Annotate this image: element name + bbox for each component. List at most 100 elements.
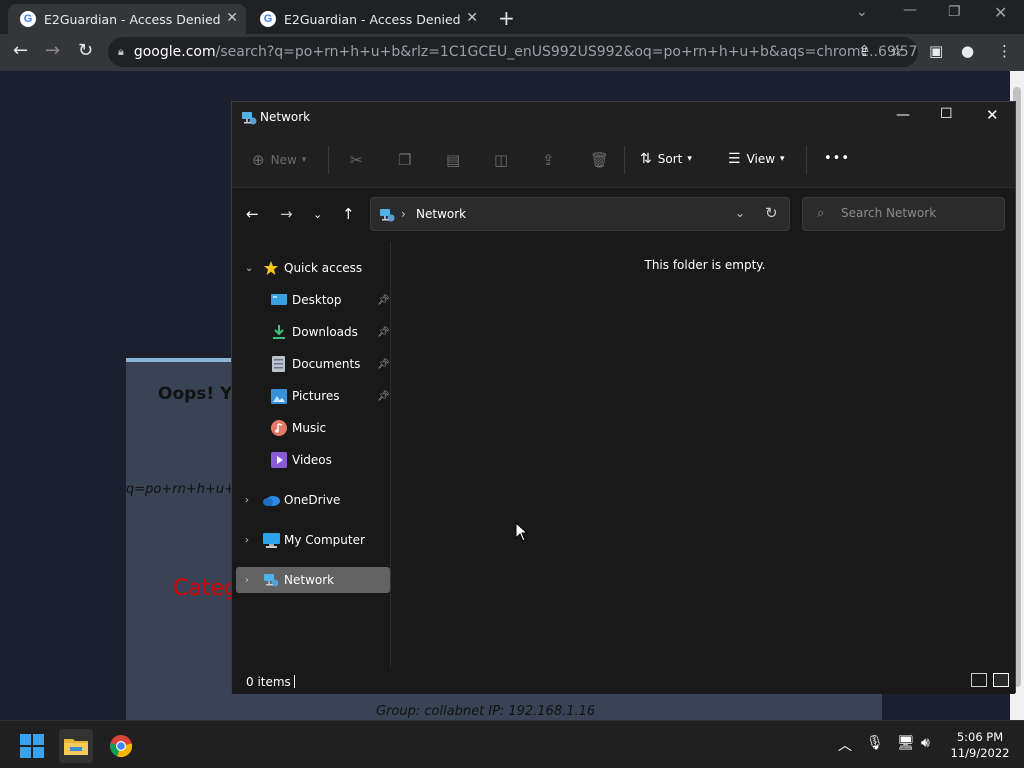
share-icon[interactable]: ⇪	[858, 42, 871, 60]
new-button[interactable]: ⊕ New ▾	[252, 151, 306, 169]
chevron-right-icon[interactable]: ›	[245, 495, 249, 506]
large-icons-view-icon[interactable]	[993, 673, 1009, 687]
nav-item-pictures[interactable]: Pictures 📌︎	[236, 383, 390, 409]
search-box[interactable]: ⌕	[802, 197, 1005, 231]
search-input[interactable]	[841, 206, 991, 220]
microphone-icon[interactable]: 🎙︎	[866, 735, 884, 751]
rename-icon[interactable]: ◫	[494, 151, 508, 169]
download-icon	[271, 324, 287, 340]
nav-label: Music	[292, 421, 327, 435]
new-tab-button[interactable]: +	[498, 6, 515, 30]
reload-icon[interactable]: ↻	[78, 40, 93, 61]
explorer-address-bar[interactable]: › Network ⌄ ↻	[370, 197, 790, 231]
browser-tab-1[interactable]: G E2Guardian - Access Denied ✕	[8, 4, 246, 34]
file-list-pane[interactable]: This folder is empty.	[392, 242, 1015, 668]
view-button[interactable]: ☰ View ▾	[728, 151, 785, 167]
chevron-down-icon[interactable]: ⌄	[735, 206, 745, 220]
minimize-button[interactable]: —	[896, 107, 910, 123]
sort-button[interactable]: ⇅ Sort ▾	[640, 151, 692, 167]
back-arrow-icon[interactable]: ←	[13, 40, 28, 61]
nav-item-videos[interactable]: Videos	[236, 447, 390, 473]
empty-folder-message: This folder is empty.	[644, 258, 766, 272]
nav-item-network[interactable]: › Network	[236, 567, 390, 593]
delete-icon[interactable]: 🗑︎	[590, 151, 609, 169]
back-arrow-icon[interactable]: ←	[246, 205, 259, 223]
tab-search-icon[interactable]: ⌄	[856, 4, 868, 20]
clock-time: 5:06 PM	[956, 730, 1004, 744]
tab-close-icon[interactable]: ✕	[466, 10, 478, 26]
nav-label: Pictures	[292, 389, 340, 403]
url-path: /search?q=po+rn+h+u+b&rlz=1C1GCEU_enUS99…	[215, 44, 918, 60]
google-favicon-icon: G	[260, 11, 276, 27]
refresh-icon[interactable]: ↻	[765, 204, 778, 222]
divider	[806, 146, 807, 174]
address-location: Network	[416, 207, 467, 221]
profile-icon[interactable]: ●	[961, 42, 974, 60]
bookmark-star-icon[interactable]: ☆	[890, 42, 903, 60]
star-icon	[263, 260, 279, 276]
browser-minimize-button[interactable]: —	[903, 2, 917, 18]
pin-icon[interactable]: 📌︎	[377, 359, 390, 370]
navigation-pane: ⌄ Quick access Desktop 📌︎ Downloads 📌︎ D	[232, 242, 390, 668]
forward-arrow-icon[interactable]: →	[45, 40, 60, 61]
side-panel-icon[interactable]: ▣	[929, 42, 943, 60]
recent-locations-chevron-icon[interactable]: ⌄	[313, 208, 322, 221]
share-icon[interactable]: ⇪	[542, 151, 555, 169]
volume-icon[interactable]: 🔊︎	[921, 735, 930, 751]
nav-item-quick-access[interactable]: ⌄ Quick access	[236, 255, 390, 281]
item-count: 0 items	[246, 675, 291, 689]
nav-label: Quick access	[284, 261, 363, 275]
tab-close-icon[interactable]: ✕	[226, 10, 238, 26]
windows-start-icon[interactable]	[15, 729, 49, 763]
nav-item-my-computer[interactable]: › My Computer	[236, 527, 390, 553]
show-hidden-icons-chevron-icon[interactable]: ︿	[838, 735, 852, 755]
browser-toolbar: ← → ↻ 🔒︎ google.com/search?q=po+rn+h+u+b…	[0, 34, 1024, 71]
nav-label: Desktop	[292, 293, 342, 307]
chrome-taskbar-icon[interactable]	[104, 729, 138, 763]
nav-item-documents[interactable]: Documents 📌︎	[236, 351, 390, 377]
see-more-icon[interactable]: •••	[824, 151, 850, 166]
pictures-icon	[271, 388, 287, 404]
status-divider	[294, 675, 295, 688]
command-bar: ⊕ New ▾ ✂ ❐ ▤ ◫ ⇪ 🗑︎ ⇅ Sort ▾ ☰ View ▾ •…	[232, 132, 1015, 188]
pin-icon[interactable]: 📌︎	[377, 391, 390, 402]
maximize-button[interactable]: ☐	[940, 106, 953, 122]
tab-title: E2Guardian - Access Denied	[44, 11, 221, 27]
pin-icon[interactable]: 📌︎	[377, 295, 390, 306]
documents-icon	[272, 356, 285, 372]
chrome-menu-icon[interactable]: ⋮	[997, 42, 1012, 60]
pin-icon[interactable]: 📌︎	[377, 327, 390, 338]
network-status-icon[interactable]: 🖥︎	[897, 735, 915, 751]
lock-icon: 🔒︎	[118, 45, 124, 58]
nav-label: My Computer	[284, 533, 365, 547]
nav-label: Network	[284, 573, 335, 587]
nav-item-onedrive[interactable]: › OneDrive	[236, 487, 390, 513]
nav-item-music[interactable]: Music	[236, 415, 390, 441]
sort-label: Sort	[657, 152, 683, 166]
address-bar[interactable]: 🔒︎ google.com/search?q=po+rn+h+u+b&rlz=1…	[108, 37, 918, 67]
paste-icon[interactable]: ▤	[446, 151, 460, 169]
up-arrow-icon[interactable]: ↑	[342, 205, 355, 223]
chevron-right-icon[interactable]: ›	[401, 207, 406, 221]
network-icon	[263, 573, 279, 587]
nav-item-downloads[interactable]: Downloads 📌︎	[236, 319, 390, 345]
cut-icon[interactable]: ✂	[350, 151, 363, 169]
browser-tab-2[interactable]: G E2Guardian - Access Denied ✕	[248, 4, 486, 34]
chevron-right-icon[interactable]: ›	[245, 575, 249, 586]
blocked-query: q=po+rn+h+u+b	[126, 482, 244, 497]
browser-restore-button[interactable]: ❐	[948, 4, 961, 20]
nav-label: Videos	[292, 453, 332, 467]
close-button[interactable]: ✕	[986, 106, 999, 124]
system-clock[interactable]: 5:06 PM 11/9/2022	[940, 729, 1020, 761]
chevron-down-icon[interactable]: ⌄	[245, 263, 253, 274]
nav-item-desktop[interactable]: Desktop 📌︎	[236, 287, 390, 313]
details-view-icon[interactable]	[971, 673, 987, 687]
chevron-right-icon[interactable]: ›	[245, 535, 249, 546]
status-bar: 0 items	[232, 668, 1015, 694]
explorer-title-bar[interactable]: Network — ☐ ✕	[232, 102, 1015, 132]
pane-divider[interactable]	[390, 242, 391, 668]
forward-arrow-icon[interactable]: →	[280, 205, 293, 223]
browser-close-button[interactable]: ✕	[994, 3, 1007, 22]
copy-icon[interactable]: ❐	[398, 151, 411, 169]
file-explorer-taskbar-icon[interactable]	[59, 729, 93, 763]
